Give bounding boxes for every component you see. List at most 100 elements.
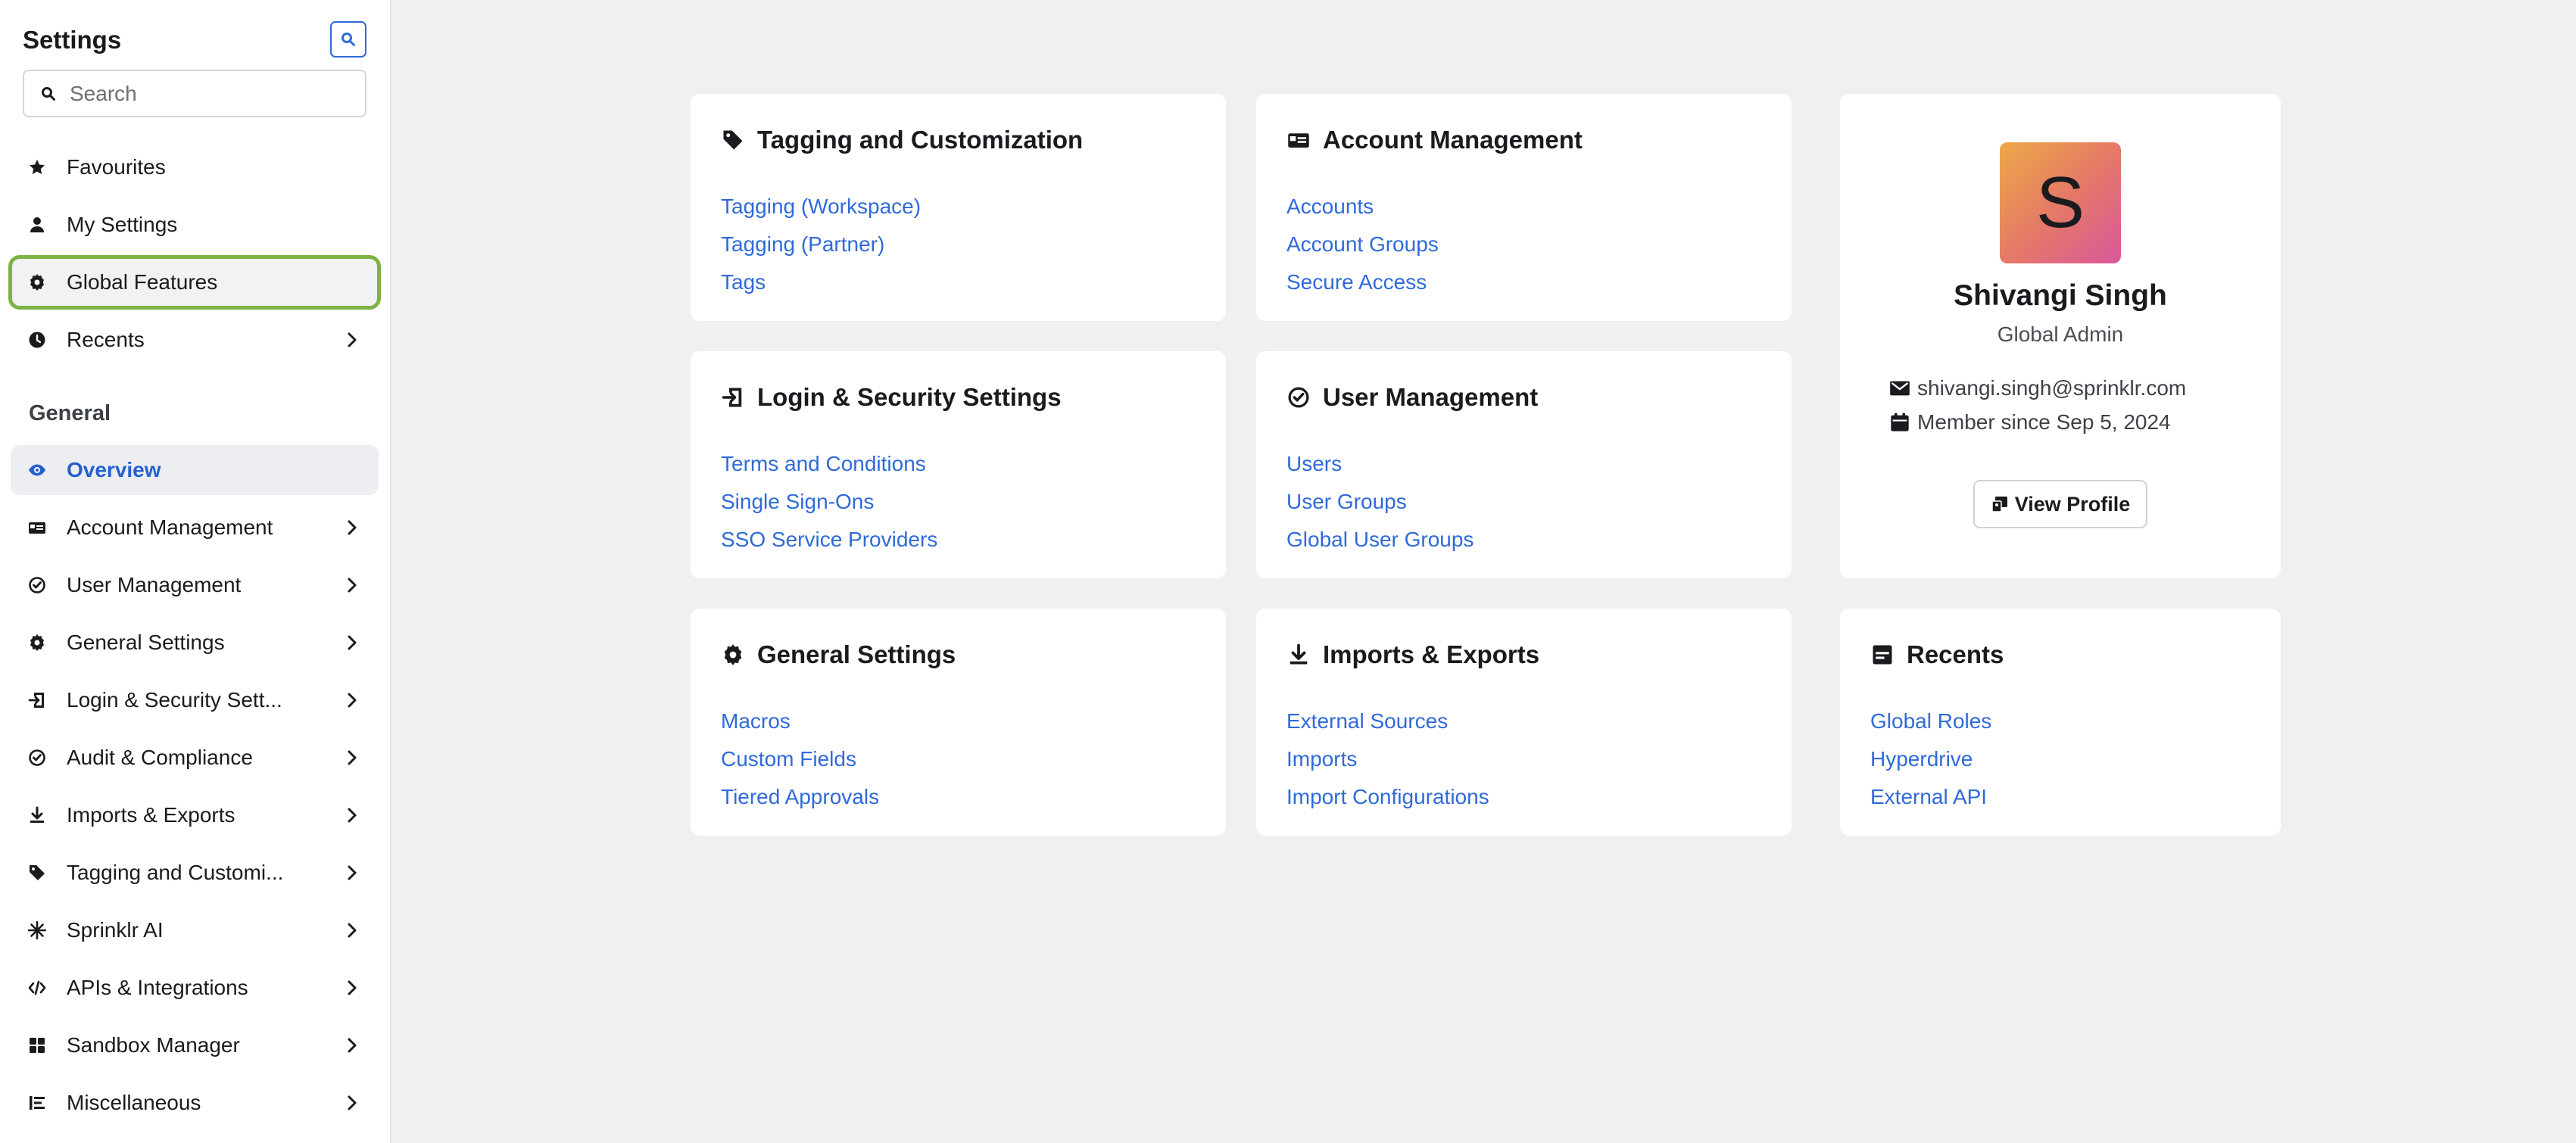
code-icon: [27, 978, 47, 998]
sidebar-item-global-features[interactable]: Global Features: [8, 255, 381, 310]
chevron-right-icon: [342, 805, 362, 825]
sidebar-item-favourites[interactable]: Favourites: [11, 142, 379, 192]
sidebar-item-user-management[interactable]: User Management: [11, 560, 379, 610]
card-user-management: User Management Users User Groups Global…: [1256, 351, 1792, 578]
chevron-right-icon: [342, 1036, 362, 1055]
sidebar-item-audit-compliance[interactable]: Audit & Compliance: [11, 733, 379, 783]
card-general-settings: General Settings Macros Custom Fields Ti…: [691, 609, 1226, 836]
sidebar-item-apis-integrations[interactable]: APIs & Integrations: [11, 963, 379, 1013]
login-icon: [27, 690, 47, 710]
check-circle-icon: [27, 748, 47, 768]
envelope-icon: [1888, 377, 1911, 400]
sidebar-search[interactable]: [23, 70, 366, 117]
card-link[interactable]: Tags: [721, 263, 921, 301]
card-link[interactable]: Tagging (Partner): [721, 226, 921, 263]
search-toggle-button[interactable]: [330, 21, 366, 58]
chevron-right-icon: [342, 748, 362, 768]
card-link[interactable]: Imports: [1286, 740, 1489, 778]
user-icon: [27, 215, 47, 235]
card-title: Account Management: [1323, 126, 1583, 154]
sidebar-item-label: User Management: [67, 573, 242, 596]
card-title: Login & Security Settings: [757, 383, 1062, 411]
chevron-right-icon: [342, 978, 362, 998]
sparkle-icon: [27, 920, 47, 940]
card-title: User Management: [1323, 383, 1539, 411]
sidebar-item-label: Sprinklr AI: [67, 918, 164, 942]
card-link[interactable]: Custom Fields: [721, 740, 879, 778]
sidebar-item-label: Login & Security Sett...: [67, 688, 282, 712]
download-icon: [27, 805, 47, 825]
search-input[interactable]: [70, 81, 357, 106]
sidebar-item-recents[interactable]: Recents: [11, 315, 379, 365]
card-link[interactable]: Hyperdrive: [1870, 740, 1991, 778]
sidebar-title: Settings: [23, 26, 122, 54]
sidebar-item-tagging-customization[interactable]: Tagging and Customi...: [11, 848, 379, 898]
profile-card: S Shivangi Singh Global Admin shivangi.s…: [1840, 94, 2281, 578]
profile-member-since: Member since Sep 5, 2024: [1917, 410, 2171, 434]
eye-icon: [27, 460, 47, 480]
sidebar-item-imports-exports[interactable]: Imports & Exports: [11, 790, 379, 840]
card-account-management: Account Management Accounts Account Grou…: [1256, 94, 1792, 321]
check-circle-icon: [1286, 385, 1311, 410]
sidebar-item-label: Sandbox Manager: [67, 1033, 240, 1057]
gear-icon: [27, 633, 47, 652]
id-card-icon: [1286, 128, 1311, 152]
card-imports-exports: Imports & Exports External Sources Impor…: [1256, 609, 1792, 836]
card-link[interactable]: Import Configurations: [1286, 778, 1489, 816]
card-link[interactable]: Terms and Conditions: [721, 445, 937, 483]
gear-icon: [27, 273, 47, 292]
card-link[interactable]: Global User Groups: [1286, 521, 1474, 559]
profile-email: shivangi.singh@sprinklr.com: [1917, 376, 2187, 400]
sidebar-item-login-security[interactable]: Login & Security Sett...: [11, 675, 379, 725]
sidebar-item-label: Favourites: [67, 155, 166, 179]
gear-icon: [721, 643, 745, 667]
sidebar-item-label: Account Management: [67, 515, 273, 539]
tag-icon: [27, 863, 47, 883]
check-circle-icon: [27, 575, 47, 595]
card-link[interactable]: Single Sign-Ons: [721, 483, 937, 521]
card-login-security: Login & Security Settings Terms and Cond…: [691, 351, 1226, 578]
card-link[interactable]: Account Groups: [1286, 226, 1439, 263]
sidebar-item-sandbox-manager[interactable]: Sandbox Manager: [11, 1020, 379, 1070]
sidebar-item-miscellaneous[interactable]: Miscellaneous: [11, 1078, 379, 1128]
grid-icon: [27, 1036, 47, 1055]
card-link[interactable]: Global Roles: [1870, 702, 1991, 740]
sidebar-item-my-settings[interactable]: My Settings: [11, 200, 379, 250]
sidebar-item-label: Miscellaneous: [67, 1091, 201, 1114]
card-link[interactable]: Macros: [721, 702, 879, 740]
card-link[interactable]: Users: [1286, 445, 1474, 483]
sidebar-item-label: Overview: [67, 458, 161, 481]
card-link[interactable]: Tagging (Workspace): [721, 188, 921, 226]
view-profile-label: View Profile: [2014, 492, 2131, 515]
sidebar-item-sprinklr-ai[interactable]: Sprinklr AI: [11, 905, 379, 955]
chevron-right-icon: [342, 330, 362, 350]
profile-member-row: Member since Sep 5, 2024: [1888, 410, 2171, 434]
search-icon: [42, 86, 55, 101]
id-card-icon: [27, 518, 47, 537]
sidebar-item-general-settings[interactable]: General Settings: [11, 618, 379, 668]
chevron-right-icon: [342, 633, 362, 652]
card-link[interactable]: User Groups: [1286, 483, 1474, 521]
sidebar-item-account-management[interactable]: Account Management: [11, 503, 379, 553]
card-link[interactable]: Accounts: [1286, 188, 1439, 226]
sidebar-item-label: Tagging and Customi...: [67, 861, 284, 884]
card-link[interactable]: Tiered Approvals: [721, 778, 879, 816]
chevron-right-icon: [342, 690, 362, 710]
card-title: Tagging and Customization: [757, 126, 1084, 154]
sidebar-item-label: My Settings: [67, 213, 178, 236]
calendar-icon: [1888, 411, 1911, 434]
sidebar-item-overview[interactable]: Overview: [11, 445, 379, 495]
profile-role: Global Admin: [1997, 322, 2124, 346]
profile-email-row: shivangi.singh@sprinklr.com: [1888, 376, 2186, 400]
settings-sidebar: Settings Favourites My Settings Global F…: [0, 0, 391, 1143]
card-title: Imports & Exports: [1323, 640, 1540, 668]
view-profile-button[interactable]: View Profile: [1973, 480, 2147, 528]
card-link[interactable]: SSO Service Providers: [721, 521, 937, 559]
clock-icon: [27, 330, 47, 350]
sidebar-item-label: APIs & Integrations: [67, 976, 248, 999]
sidebar-item-label: Imports & Exports: [67, 803, 235, 827]
card-link[interactable]: External Sources: [1286, 702, 1489, 740]
card-link[interactable]: External API: [1870, 778, 1991, 816]
list-icon: [27, 1093, 47, 1113]
card-link[interactable]: Secure Access: [1286, 263, 1439, 301]
